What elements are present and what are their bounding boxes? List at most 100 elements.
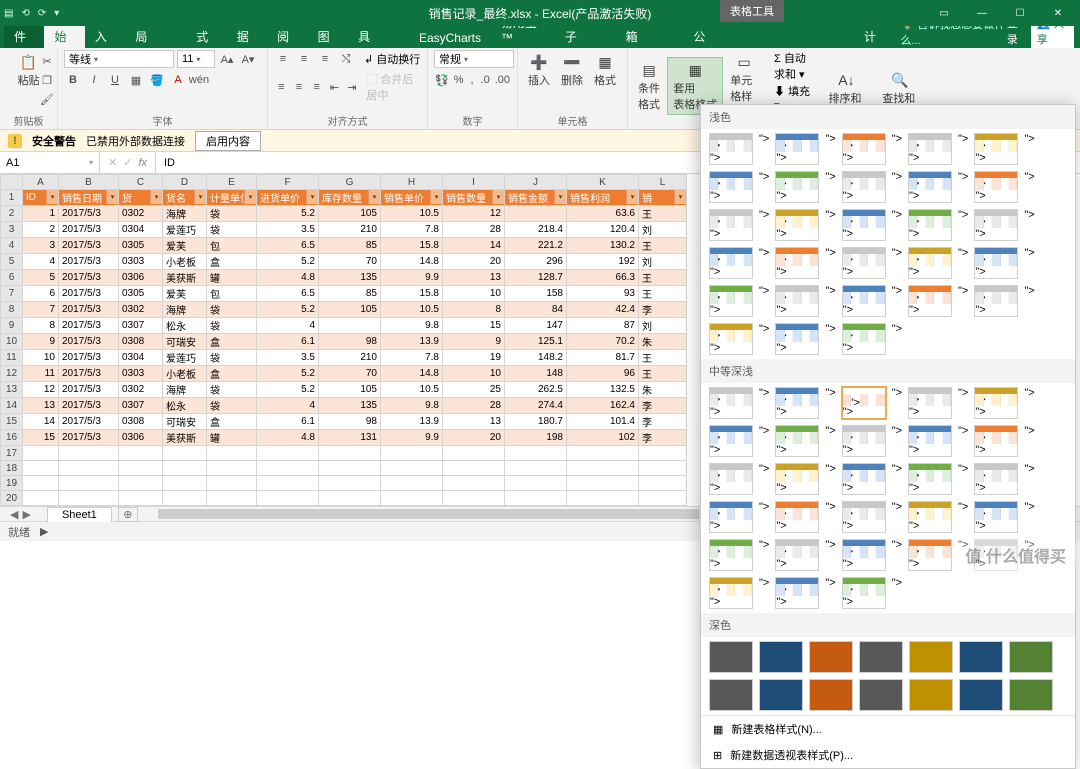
cell[interactable]: [163, 491, 207, 506]
cell[interactable]: [163, 461, 207, 476]
font-name-select[interactable]: 等线▾: [64, 50, 174, 68]
cell[interactable]: 148.2: [505, 350, 567, 366]
minimize-button[interactable]: —: [964, 0, 1000, 26]
cell[interactable]: 98: [319, 334, 381, 350]
cell[interactable]: 小老板: [163, 366, 207, 382]
worksheet-grid[interactable]: ABCDEFGHIJKL1ID▾销售日期▾货▾货名▾计量单位▾进货单价▾库存数量…: [0, 174, 687, 521]
cell[interactable]: [639, 491, 687, 506]
cell[interactable]: 0308: [119, 414, 163, 430]
row-header[interactable]: 5: [1, 254, 23, 270]
filter-icon[interactable]: ▾: [306, 190, 318, 204]
cell[interactable]: 63.6: [567, 206, 639, 222]
accept-icon[interactable]: ✓: [123, 156, 132, 169]
row-header[interactable]: 12: [1, 366, 23, 382]
qat-undo-icon[interactable]: ⟲: [21, 8, 29, 19]
cell[interactable]: [443, 461, 505, 476]
cell[interactable]: 85: [319, 286, 381, 302]
cell[interactable]: 13: [443, 414, 505, 430]
align-top-icon[interactable]: ≡: [274, 50, 292, 68]
cell[interactable]: 11: [23, 366, 59, 382]
cell[interactable]: 李: [639, 398, 687, 414]
cell[interactable]: 爱芙: [163, 238, 207, 254]
cell[interactable]: 296: [505, 254, 567, 270]
cancel-icon[interactable]: ✕: [108, 156, 117, 169]
table-style-swatch[interactable]: [909, 679, 953, 711]
cell[interactable]: 0303: [119, 254, 163, 270]
table-style-swatch[interactable]: ">">: [709, 463, 753, 495]
table-header-cell[interactable]: 销售日期▾: [59, 190, 119, 206]
filter-icon[interactable]: ▾: [674, 190, 686, 204]
cell[interactable]: 朱: [639, 334, 687, 350]
cell[interactable]: 85: [319, 238, 381, 254]
cell[interactable]: 105: [319, 206, 381, 222]
cell[interactable]: [207, 446, 257, 461]
cell[interactable]: 15: [443, 318, 505, 334]
cell[interactable]: [381, 446, 443, 461]
cell[interactable]: 13.9: [381, 414, 443, 430]
table-style-swatch[interactable]: [959, 679, 1003, 711]
table-style-swatch[interactable]: [759, 679, 803, 711]
col-header[interactable]: I: [443, 175, 505, 190]
cell[interactable]: [639, 476, 687, 491]
table-header-cell[interactable]: ID▾: [23, 190, 59, 206]
table-style-swatch[interactable]: ">">: [908, 285, 952, 317]
sheet-tab[interactable]: Sheet1: [47, 507, 112, 522]
format-painter-icon[interactable]: 🖌: [38, 90, 56, 108]
cell[interactable]: 192: [567, 254, 639, 270]
cell[interactable]: 5.2: [257, 302, 319, 318]
table-style-swatch[interactable]: [859, 679, 903, 711]
cell[interactable]: 10.5: [381, 206, 443, 222]
row-header[interactable]: 9: [1, 318, 23, 334]
table-style-swatch[interactable]: ">">: [709, 285, 753, 317]
cell[interactable]: 爱莲巧: [163, 222, 207, 238]
cell[interactable]: 盒: [207, 334, 257, 350]
cell[interactable]: [119, 461, 163, 476]
cell[interactable]: 70: [319, 254, 381, 270]
cell[interactable]: 松永: [163, 318, 207, 334]
filter-icon[interactable]: ▾: [430, 190, 442, 204]
cell[interactable]: 2017/5/3: [59, 366, 119, 382]
cell[interactable]: 王: [639, 206, 687, 222]
cell[interactable]: 2017/5/3: [59, 286, 119, 302]
cell[interactable]: 2017/5/3: [59, 382, 119, 398]
insert-cells-button[interactable]: ➕插入: [524, 50, 554, 90]
cell[interactable]: 李: [639, 430, 687, 446]
align-right-icon[interactable]: ≡: [309, 78, 324, 96]
number-format-select[interactable]: 常规▾: [434, 50, 514, 68]
col-header[interactable]: C: [119, 175, 163, 190]
comma-icon[interactable]: ,: [467, 71, 476, 89]
row-header[interactable]: 14: [1, 398, 23, 414]
table-style-swatch[interactable]: ">">: [775, 209, 819, 241]
copy-icon[interactable]: ❐: [38, 71, 56, 89]
cell[interactable]: 王: [639, 366, 687, 382]
table-style-swatch[interactable]: ">">: [709, 387, 753, 419]
cell[interactable]: 15.8: [381, 286, 443, 302]
cell[interactable]: 12: [23, 382, 59, 398]
cell[interactable]: 2017/5/3: [59, 334, 119, 350]
table-style-swatch[interactable]: [1009, 679, 1053, 711]
table-style-swatch[interactable]: ">">: [974, 425, 1018, 457]
inc-dec-icon[interactable]: .0: [480, 71, 491, 89]
cell[interactable]: 15: [23, 430, 59, 446]
cell[interactable]: 20: [443, 430, 505, 446]
cell[interactable]: [319, 461, 381, 476]
row-header[interactable]: 2: [1, 206, 23, 222]
cell[interactable]: 4.8: [257, 270, 319, 286]
cell[interactable]: 218.4: [505, 222, 567, 238]
table-header-cell[interactable]: 计量单位▾: [207, 190, 257, 206]
cell[interactable]: 13.9: [381, 334, 443, 350]
cell[interactable]: [23, 446, 59, 461]
row-header[interactable]: 4: [1, 238, 23, 254]
cell[interactable]: 2017/5/3: [59, 270, 119, 286]
cell[interactable]: 0303: [119, 366, 163, 382]
cell[interactable]: 8: [443, 302, 505, 318]
table-style-swatch[interactable]: ">">: [974, 133, 1018, 165]
tab-easycharts[interactable]: EasyCharts: [409, 28, 491, 48]
table-style-swatch[interactable]: ">">: [842, 577, 886, 609]
col-header[interactable]: L: [639, 175, 687, 190]
cell[interactable]: 102: [567, 430, 639, 446]
cell[interactable]: [505, 476, 567, 491]
autosum-button[interactable]: Σ 自动求和 ▾: [774, 50, 815, 82]
table-style-swatch[interactable]: [959, 641, 1003, 673]
indent-inc-icon[interactable]: ⇥: [345, 78, 360, 96]
